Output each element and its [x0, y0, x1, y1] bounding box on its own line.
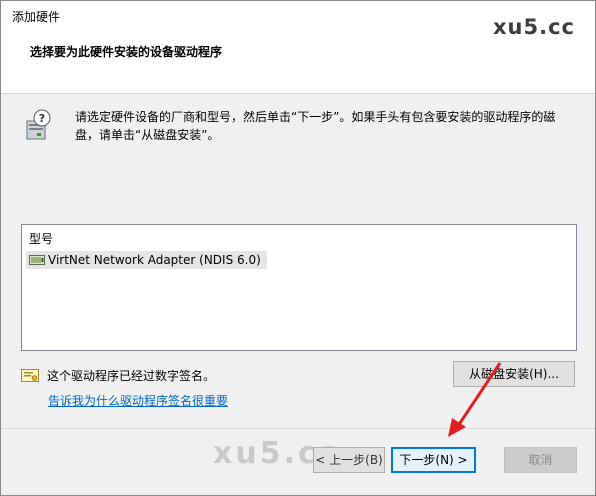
model-list[interactable]: 型号 VirtNet Network Adapter (NDIS 6.0) [21, 224, 577, 351]
back-button[interactable]: < 上一步(B) [313, 447, 385, 473]
header-area: 添加硬件 xu5.cc 选择要为此硬件安装的设备驱动程序 [1, 1, 595, 93]
header-divider [1, 93, 595, 94]
next-button[interactable]: 下一步(N) > [391, 447, 476, 473]
cancel-button[interactable]: 取消 [504, 447, 577, 473]
hardware-question-icon: ? [26, 109, 51, 140]
signature-status: 这个驱动程序已经过数字签名。 [47, 369, 216, 383]
have-disk-button[interactable]: 从磁盘安装(H)... [453, 361, 575, 387]
signature-info-link[interactable]: 告诉我为什么驱动程序签名很重要 [48, 392, 228, 409]
instructions-text: 请选定硬件设备的厂商和型号，然后单击“下一步”。如果手头有包含要安装的驱动程序的… [75, 110, 556, 142]
add-hardware-dialog: 添加硬件 xu5.cc 选择要为此硬件安装的设备驱动程序 ? 请选定硬件设备的厂… [0, 0, 596, 496]
watermark-top: xu5.cc [493, 15, 575, 39]
page-subtitle: 选择要为此硬件安装的设备驱动程序 [30, 45, 223, 59]
list-item[interactable]: VirtNet Network Adapter (NDIS 6.0) [26, 251, 267, 269]
certificate-icon [21, 369, 39, 382]
footer-divider [1, 428, 595, 429]
list-item-label: VirtNet Network Adapter (NDIS 6.0) [48, 253, 261, 267]
model-list-header: 型号 [29, 232, 54, 246]
svg-text:?: ? [39, 112, 45, 125]
window-title: 添加硬件 [12, 10, 61, 24]
network-adapter-icon [29, 255, 45, 265]
